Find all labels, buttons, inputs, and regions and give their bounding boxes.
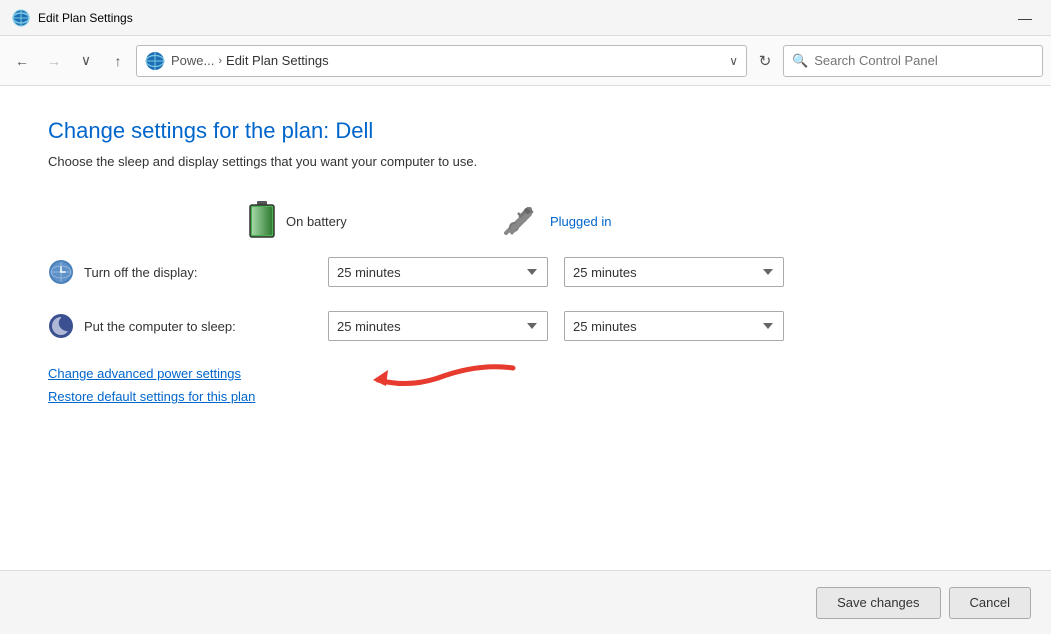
sleep-plugged-in-select[interactable]: 1 minute2 minutes3 minutes5 minutes10 mi… [564,311,784,341]
breadcrumb-current: Edit Plan Settings [226,53,329,68]
address-input[interactable]: Powe... › Edit Plan Settings ∨ [136,45,747,77]
footer: Save changes Cancel [0,570,1051,634]
main-content: Change settings for the plan: Dell Choos… [0,86,1051,570]
app-icon [12,9,30,27]
on-battery-column: On battery [248,201,488,241]
search-icon: 🔍 [792,53,808,69]
plug-icon [504,207,540,235]
restore-defaults-link[interactable]: Restore default settings for this plan [48,389,1003,404]
breadcrumb-power[interactable]: Powe... [171,53,214,68]
cancel-button[interactable]: Cancel [949,587,1031,619]
settings-column-headers: On battery Plugged in [248,201,1003,241]
page-heading: Change settings for the plan: Dell [48,118,1003,144]
battery-icon [248,201,276,241]
up-button[interactable]: ↑ [104,47,132,75]
window-title: Edit Plan Settings [38,11,1011,25]
search-input[interactable] [814,53,1014,68]
address-bar: ← → ∨ ↑ Powe... › Edit Plan Settings ∨ ↻… [0,36,1051,86]
title-bar: Edit Plan Settings — [0,0,1051,36]
sleep-setting-label: Put the computer to sleep: [48,313,328,339]
breadcrumb-separator: › [218,55,222,67]
display-setting-label: Turn off the display: [48,259,328,285]
breadcrumb-path: Powe... › Edit Plan Settings [171,53,329,68]
window-controls: — [1011,7,1039,29]
page-subtext: Choose the sleep and display settings th… [48,154,1003,169]
display-plugged-in-select[interactable]: 1 minute2 minutes3 minutes5 minutes10 mi… [564,257,784,287]
plugged-in-column: Plugged in [504,207,744,235]
advanced-power-settings-link[interactable]: Change advanced power settings [48,366,241,381]
sleep-icon [48,313,74,339]
sleep-on-battery-select[interactable]: 1 minute2 minutes3 minutes5 minutes10 mi… [328,311,548,341]
save-changes-button[interactable]: Save changes [816,587,940,619]
sleep-setting-row: Put the computer to sleep: 1 minute2 min… [48,311,1003,341]
display-setting-row: Turn off the display: 1 minute2 minutes3… [48,257,1003,287]
back-button[interactable]: ← [8,47,36,75]
forward-button[interactable]: → [40,47,68,75]
links-section: Change advanced power settings Restore d… [48,365,1003,404]
display-icon [48,259,74,285]
minimize-button[interactable]: — [1011,7,1039,29]
recent-locations-button[interactable]: ∨ [72,47,100,75]
refresh-button[interactable]: ↻ [751,47,779,75]
address-dropdown-arrow[interactable]: ∨ [729,54,738,68]
search-box[interactable]: 🔍 [783,45,1043,77]
display-on-battery-select[interactable]: 1 minute2 minutes3 minutes5 minutes10 mi… [328,257,548,287]
globe-icon [145,51,165,71]
